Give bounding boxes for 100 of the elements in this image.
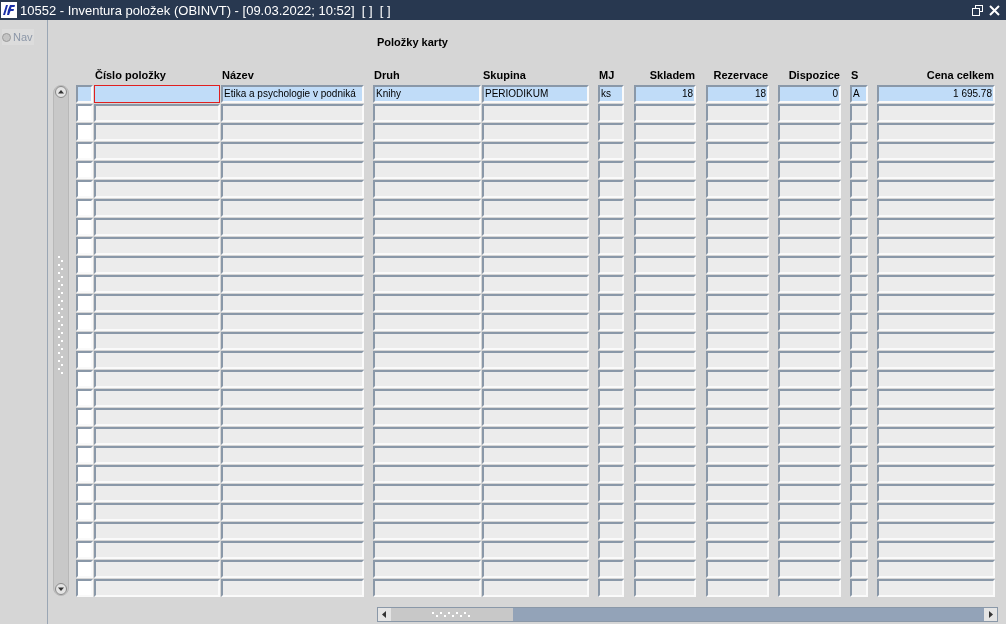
input-field[interactable] [94, 541, 220, 559]
input-field[interactable] [877, 370, 995, 388]
input-field[interactable] [482, 237, 589, 255]
input-field[interactable] [634, 104, 696, 122]
record-checkbox[interactable] [76, 142, 93, 160]
input-field[interactable] [482, 218, 589, 236]
record-checkbox[interactable] [76, 370, 93, 388]
radio-icon[interactable] [2, 32, 11, 42]
input-field[interactable] [850, 275, 868, 293]
input-field[interactable] [373, 465, 481, 483]
input-field[interactable] [778, 123, 841, 141]
input-field[interactable] [706, 256, 769, 274]
input-field[interactable] [778, 522, 841, 540]
input-field[interactable] [634, 427, 696, 445]
input-field[interactable] [877, 541, 995, 559]
input-field[interactable] [482, 522, 589, 540]
input-field[interactable] [634, 541, 696, 559]
input-field[interactable] [877, 465, 995, 483]
record-checkbox[interactable] [76, 218, 93, 236]
input-field[interactable] [634, 370, 696, 388]
record-checkbox[interactable] [76, 351, 93, 369]
input-field[interactable] [877, 351, 995, 369]
input-field[interactable] [634, 256, 696, 274]
input-field[interactable] [778, 465, 841, 483]
input-field[interactable] [221, 408, 364, 426]
input-field[interactable] [706, 161, 769, 179]
input-field[interactable] [706, 370, 769, 388]
input-field[interactable] [94, 351, 220, 369]
input-field[interactable] [221, 294, 364, 312]
input-field[interactable] [94, 370, 220, 388]
input-field[interactable] [221, 541, 364, 559]
input-field[interactable] [598, 275, 624, 293]
input-field[interactable] [778, 104, 841, 122]
input-field[interactable] [373, 446, 481, 464]
input-field[interactable] [706, 446, 769, 464]
input-field[interactable] [373, 180, 481, 198]
input-field[interactable] [221, 218, 364, 236]
input-field[interactable] [877, 408, 995, 426]
input-field[interactable] [778, 180, 841, 198]
input-field[interactable] [221, 275, 364, 293]
input-field[interactable] [94, 218, 220, 236]
record-checkbox[interactable] [76, 579, 93, 597]
input-field[interactable] [778, 351, 841, 369]
input-field[interactable] [778, 484, 841, 502]
input-field[interactable] [877, 503, 995, 521]
input-field[interactable] [877, 199, 995, 217]
input-field[interactable] [778, 294, 841, 312]
input-field[interactable] [598, 465, 624, 483]
input-field[interactable] [706, 180, 769, 198]
input-field[interactable] [482, 427, 589, 445]
input-field[interactable] [598, 503, 624, 521]
input-field[interactable] [706, 104, 769, 122]
input-field[interactable] [706, 484, 769, 502]
input-field[interactable] [778, 313, 841, 331]
input-field[interactable] [482, 332, 589, 350]
input-field[interactable]: ks [598, 85, 624, 103]
input-field[interactable] [482, 161, 589, 179]
input-field[interactable] [373, 294, 481, 312]
input-field[interactable] [706, 351, 769, 369]
input-field[interactable] [94, 294, 220, 312]
input-field[interactable] [850, 408, 868, 426]
input-field[interactable] [94, 465, 220, 483]
input-field[interactable] [877, 142, 995, 160]
record-checkbox[interactable] [76, 294, 93, 312]
input-field[interactable] [482, 579, 589, 597]
input-field[interactable] [94, 313, 220, 331]
input-field[interactable] [877, 522, 995, 540]
input-field[interactable] [850, 332, 868, 350]
input-field[interactable] [482, 275, 589, 293]
input-field[interactable] [877, 256, 995, 274]
input-field[interactable] [373, 427, 481, 445]
record-checkbox[interactable] [76, 275, 93, 293]
input-field[interactable] [778, 256, 841, 274]
input-field[interactable] [850, 484, 868, 502]
input-field[interactable] [598, 579, 624, 597]
record-checkbox[interactable] [76, 465, 93, 483]
input-field[interactable] [482, 389, 589, 407]
input-field[interactable] [850, 104, 868, 122]
input-field[interactable] [850, 446, 868, 464]
input-field[interactable] [482, 541, 589, 559]
input-field[interactable] [598, 541, 624, 559]
input-field[interactable] [598, 446, 624, 464]
input-field[interactable] [373, 123, 481, 141]
input-field[interactable] [598, 427, 624, 445]
input-field[interactable] [94, 161, 220, 179]
input-field[interactable] [221, 579, 364, 597]
input-field[interactable] [221, 446, 364, 464]
input-field[interactable] [877, 104, 995, 122]
input-field[interactable] [221, 313, 364, 331]
input-field[interactable] [850, 313, 868, 331]
input-field[interactable] [94, 104, 220, 122]
input-field[interactable]: 0 [778, 85, 841, 103]
input-field[interactable] [850, 351, 868, 369]
input-field[interactable] [706, 560, 769, 578]
input-field[interactable] [373, 104, 481, 122]
input-field[interactable] [634, 294, 696, 312]
input-field[interactable] [877, 161, 995, 179]
input-field[interactable] [221, 237, 364, 255]
input-field[interactable] [634, 142, 696, 160]
input-field[interactable] [634, 218, 696, 236]
